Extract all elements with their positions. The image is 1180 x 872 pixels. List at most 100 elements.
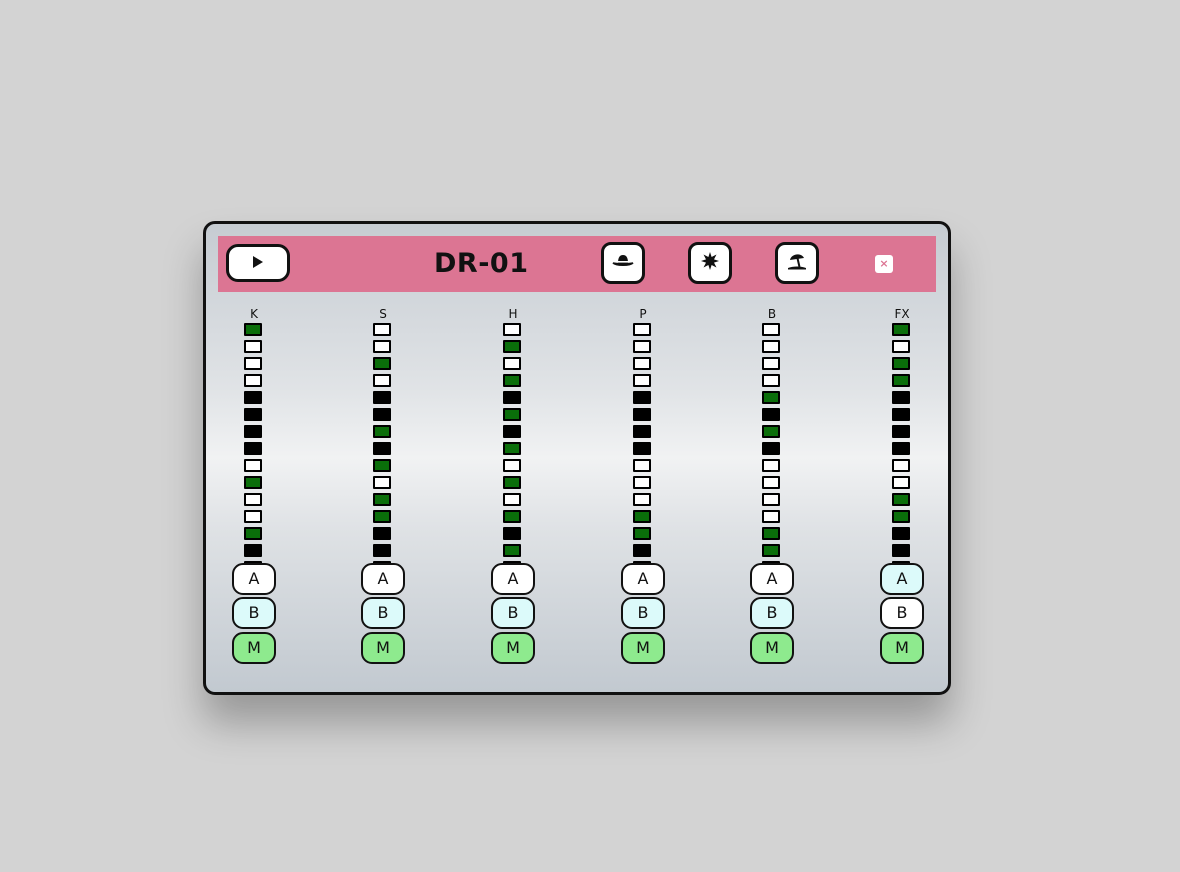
step-cell[interactable] (373, 374, 391, 387)
pattern-a-button[interactable]: A (491, 563, 535, 595)
step-cell[interactable] (892, 357, 910, 370)
pattern-b-button[interactable]: B (880, 597, 924, 629)
step-cell[interactable] (892, 476, 910, 489)
step-cell[interactable] (373, 476, 391, 489)
step-cell[interactable] (503, 476, 521, 489)
step-cell[interactable] (244, 476, 262, 489)
step-cell[interactable] (244, 408, 262, 421)
step-cell[interactable] (244, 459, 262, 472)
step-cell[interactable] (633, 340, 651, 353)
step-cell[interactable] (892, 510, 910, 523)
step-cell[interactable] (244, 374, 262, 387)
pattern-b-button[interactable]: B (361, 597, 405, 629)
step-cell[interactable] (892, 544, 910, 557)
mute-button[interactable]: M (491, 632, 535, 664)
mute-button[interactable]: M (880, 632, 924, 664)
step-cell[interactable] (503, 323, 521, 336)
step-cell[interactable] (244, 323, 262, 336)
step-cell[interactable] (892, 442, 910, 455)
step-cell[interactable] (244, 391, 262, 404)
pattern-b-button[interactable]: B (750, 597, 794, 629)
step-cell[interactable] (503, 408, 521, 421)
step-cell[interactable] (633, 544, 651, 557)
step-cell[interactable] (373, 323, 391, 336)
step-cell[interactable] (503, 340, 521, 353)
step-cell[interactable] (762, 408, 780, 421)
step-cell[interactable] (373, 408, 391, 421)
step-cell[interactable] (892, 340, 910, 353)
step-cell[interactable] (503, 374, 521, 387)
step-cell[interactable] (373, 510, 391, 523)
step-cell[interactable] (633, 323, 651, 336)
step-cell[interactable] (633, 476, 651, 489)
step-cell[interactable] (373, 459, 391, 472)
step-cell[interactable] (373, 527, 391, 540)
step-cell[interactable] (762, 493, 780, 506)
step-cell[interactable] (633, 459, 651, 472)
step-cell[interactable] (244, 510, 262, 523)
pattern-b-button[interactable]: B (621, 597, 665, 629)
mute-button[interactable]: M (232, 632, 276, 664)
step-cell[interactable] (892, 374, 910, 387)
pattern-a-button[interactable]: A (880, 563, 924, 595)
mute-button[interactable]: M (361, 632, 405, 664)
step-cell[interactable] (244, 357, 262, 370)
kit-button-splat[interactable] (688, 242, 732, 284)
step-cell[interactable] (762, 476, 780, 489)
close-button[interactable]: × (875, 255, 893, 273)
step-cell[interactable] (892, 323, 910, 336)
step-cell[interactable] (762, 323, 780, 336)
step-cell[interactable] (892, 459, 910, 472)
kit-button-beach[interactable] (775, 242, 819, 284)
step-cell[interactable] (244, 544, 262, 557)
step-cell[interactable] (633, 442, 651, 455)
step-cell[interactable] (373, 425, 391, 438)
pattern-a-button[interactable]: A (750, 563, 794, 595)
step-cell[interactable] (373, 357, 391, 370)
step-cell[interactable] (892, 425, 910, 438)
mute-button[interactable]: M (621, 632, 665, 664)
step-cell[interactable] (762, 544, 780, 557)
step-cell[interactable] (244, 442, 262, 455)
step-cell[interactable] (633, 391, 651, 404)
kit-button-hat[interactable] (601, 242, 645, 284)
step-cell[interactable] (633, 357, 651, 370)
step-cell[interactable] (503, 527, 521, 540)
step-cell[interactable] (373, 442, 391, 455)
step-cell[interactable] (762, 391, 780, 404)
step-cell[interactable] (762, 374, 780, 387)
step-cell[interactable] (503, 442, 521, 455)
step-cell[interactable] (892, 493, 910, 506)
step-cell[interactable] (373, 391, 391, 404)
step-cell[interactable] (892, 391, 910, 404)
step-cell[interactable] (633, 374, 651, 387)
step-cell[interactable] (633, 493, 651, 506)
step-cell[interactable] (244, 425, 262, 438)
step-cell[interactable] (503, 425, 521, 438)
step-cell[interactable] (762, 425, 780, 438)
step-cell[interactable] (373, 340, 391, 353)
step-cell[interactable] (892, 527, 910, 540)
step-cell[interactable] (633, 510, 651, 523)
step-cell[interactable] (244, 493, 262, 506)
step-cell[interactable] (503, 391, 521, 404)
pattern-a-button[interactable]: A (361, 563, 405, 595)
step-cell[interactable] (373, 493, 391, 506)
play-button[interactable] (226, 244, 290, 282)
step-cell[interactable] (762, 459, 780, 472)
pattern-a-button[interactable]: A (621, 563, 665, 595)
step-cell[interactable] (373, 544, 391, 557)
step-cell[interactable] (762, 442, 780, 455)
step-cell[interactable] (244, 340, 262, 353)
step-cell[interactable] (762, 527, 780, 540)
step-cell[interactable] (503, 357, 521, 370)
step-cell[interactable] (503, 510, 521, 523)
step-cell[interactable] (762, 340, 780, 353)
step-cell[interactable] (503, 493, 521, 506)
step-cell[interactable] (633, 408, 651, 421)
step-cell[interactable] (503, 459, 521, 472)
mute-button[interactable]: M (750, 632, 794, 664)
step-cell[interactable] (633, 425, 651, 438)
step-cell[interactable] (244, 527, 262, 540)
pattern-b-button[interactable]: B (491, 597, 535, 629)
